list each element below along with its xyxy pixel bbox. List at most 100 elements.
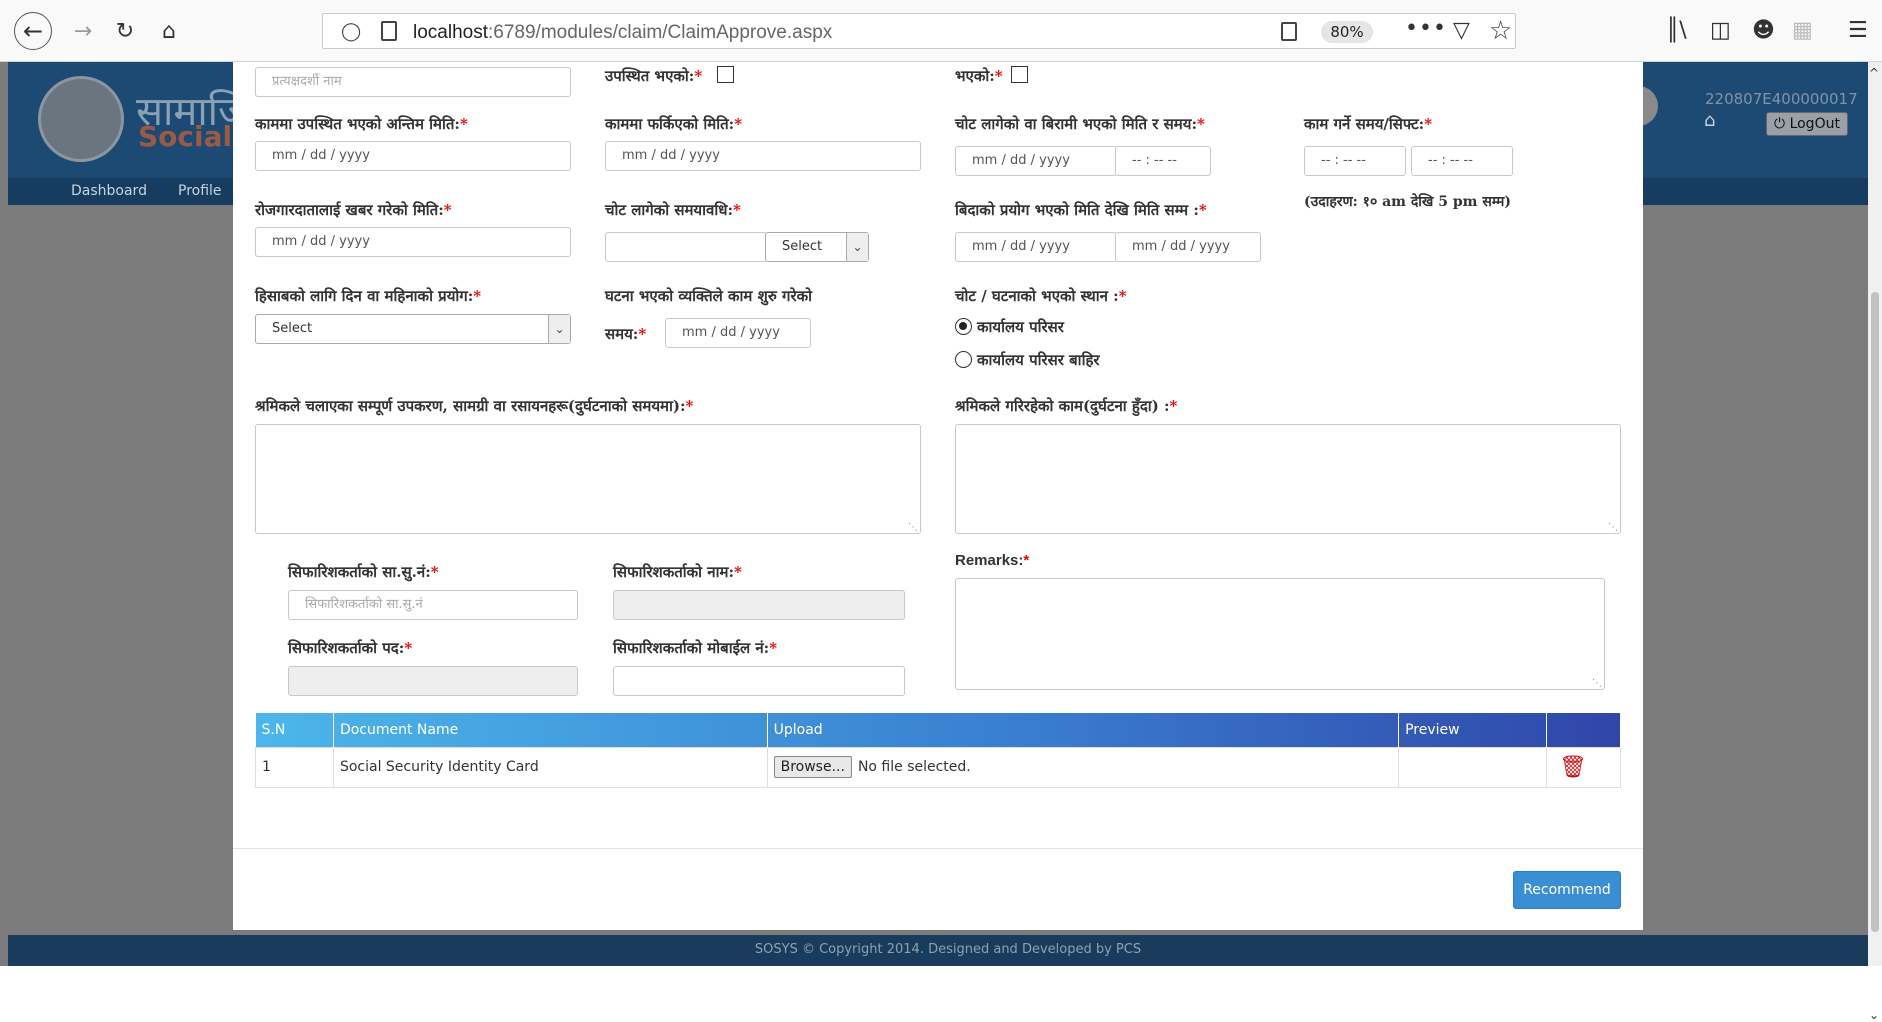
recommend-button[interactable]: Recommend	[1513, 871, 1621, 909]
location-outside-label: कार्यालय परिसर बाहिर	[977, 351, 1100, 369]
calc-basis-select[interactable]: Select ⌄	[255, 314, 571, 344]
col-upload: Upload	[767, 713, 1400, 747]
resize-grip-icon[interactable]: ⋱	[1608, 522, 1618, 533]
site-footer: SOSYS © Copyright 2014. Designed and Dev…	[8, 935, 1868, 966]
recommender-ssn-label: सिफारिशकर्ताको सा.सु.नं:*	[288, 563, 439, 581]
employer-informed-label: रोजगारदातालाई खबर गरेको मिति:*	[255, 201, 452, 219]
injury-period-input[interactable]	[605, 232, 767, 262]
last-present-date-label: काममा उपस्थित भएको अन्तिम मिति:*	[255, 115, 468, 133]
scroll-up-icon[interactable]: ^	[1869, 66, 1879, 80]
modal-footer-divider	[233, 848, 1643, 849]
zoom-level[interactable]: 80%	[1321, 21, 1373, 43]
pocket-icon[interactable]: ▽	[1453, 18, 1470, 43]
brand-english: Social	[138, 120, 233, 153]
table-row: 1 Social Security Identity Card Browse..…	[255, 746, 1621, 788]
address-bar[interactable]: ◯ localhost:6789/modules/claim/ClaimAppr…	[322, 13, 1516, 49]
witness-name-input[interactable]: प्रत्यक्षदर्शी नाम	[255, 67, 571, 97]
recommender-mobile-input[interactable]	[613, 666, 905, 696]
calc-basis-label: हिसाबको लागि दिन वा महिनाको प्रयोग:*	[255, 287, 482, 305]
recommender-mobile-label: सिफारिशकर्ताको मोबाईल नं:*	[613, 639, 778, 657]
col-sn: S.N	[255, 713, 334, 747]
claim-approve-modal: प्रत्यक्षदर्शी नाम उपस्थित भएको:* भएको:*…	[233, 62, 1643, 930]
shift-example-note: (उदाहरण: १० am देखि 5 pm सम्म)	[1304, 194, 1511, 210]
trash-icon[interactable]: 🗑	[1553, 755, 1587, 780]
happened-label: भएको:*	[955, 67, 1003, 85]
recommender-ssn-input[interactable]: सिफारिशकर्ताको सा.सु.नं	[288, 590, 578, 620]
work-start-time-label: समय:*	[605, 325, 647, 343]
employer-informed-date-input[interactable]: mm / dd / yyyy	[255, 227, 571, 257]
account-icon[interactable]: ☻	[1752, 18, 1775, 43]
recommender-name-label: सिफारिशकर्ताको नाम:*	[613, 563, 742, 581]
resize-grip-icon[interactable]: ⋱	[908, 522, 918, 533]
work-start-date-input[interactable]: mm / dd / yyyy	[665, 318, 811, 348]
home-icon[interactable]: ⌂	[154, 16, 184, 46]
injury-period-label: चोट लागेको समयावधि:*	[605, 201, 741, 219]
table-header-row: S.N Document Name Upload Preview	[255, 713, 1621, 747]
work-start-label: घटना भएको व्यक्तिले काम शुरु गरेको	[605, 287, 812, 305]
bookmark-star-icon[interactable]: ☆	[1489, 16, 1512, 46]
equipment-textarea[interactable]: ⋱	[255, 424, 921, 534]
row-preview	[1398, 746, 1547, 788]
page-info-icon[interactable]	[381, 21, 397, 41]
col-document-name: Document Name	[333, 713, 768, 747]
nav-profile[interactable]: Profile	[178, 183, 222, 199]
browse-button[interactable]: Browse...	[773, 756, 852, 778]
back-arrow-icon[interactable]: ←	[14, 12, 52, 50]
user-id: 220807E400000017	[1705, 90, 1858, 108]
leave-from-date-input[interactable]: mm / dd / yyyy	[955, 232, 1117, 262]
browser-toolbar: ← → ↻ ⌂ ◯ localhost:6789/modules/claim/C…	[0, 0, 1882, 62]
last-present-date-input[interactable]: mm / dd / yyyy	[255, 141, 571, 171]
recommender-name-input[interactable]	[613, 590, 905, 620]
reload-icon[interactable]: ↻	[110, 16, 140, 46]
shift-start-input[interactable]: -- : -- --	[1304, 146, 1406, 176]
worker-task-label: श्रमिकले गरिरहेको काम(दुर्घटना हुँदा) :*	[955, 397, 1178, 415]
happened-checkbox[interactable]	[1011, 66, 1028, 83]
nav-dashboard[interactable]: Dashboard	[71, 183, 147, 199]
page-scrollbar[interactable]: ^ ⌄	[1868, 62, 1882, 1022]
scrollbar-thumb[interactable]	[1871, 292, 1879, 932]
shift-end-input[interactable]: -- : -- --	[1411, 146, 1513, 176]
logout-button[interactable]: ⏻ LogOut	[1766, 112, 1848, 136]
worker-task-textarea[interactable]: ⋱	[955, 424, 1621, 534]
present-checkbox[interactable]	[717, 66, 734, 83]
nepal-emblem-logo	[38, 76, 124, 162]
work-shift-label: काम गर्ने समय/सिफ्ट:*	[1304, 115, 1433, 133]
return-date-input[interactable]: mm / dd / yyyy	[605, 141, 921, 171]
chevron-down-icon[interactable]: ⌄	[548, 315, 570, 343]
leave-to-date-input[interactable]: mm / dd / yyyy	[1115, 232, 1261, 262]
recommender-post-label: सिफारिशकर्ताको पद:*	[288, 639, 413, 657]
row-actions: 🗑	[1546, 746, 1621, 788]
recommender-post-input[interactable]	[288, 666, 578, 696]
chevron-down-icon[interactable]: ⌄	[846, 233, 868, 261]
remarks-label: Remarks:*	[955, 552, 1030, 569]
injury-date-input[interactable]: mm / dd / yyyy	[955, 146, 1117, 176]
col-actions	[1546, 713, 1621, 747]
url-text[interactable]: localhost:6789/modules/claim/ClaimApprov…	[413, 22, 832, 44]
library-icon[interactable]: ║\	[1666, 18, 1687, 43]
location-label: चोट / घटनाको भएको स्थान :*	[955, 287, 1127, 305]
return-date-label: काममा फर्किएको मिति:*	[605, 115, 743, 133]
remarks-textarea[interactable]: ⋱	[955, 578, 1605, 690]
col-preview: Preview	[1398, 713, 1547, 747]
row-sn: 1	[255, 746, 334, 788]
injury-period-unit-select[interactable]: Select ⌄	[765, 232, 869, 262]
menu-icon[interactable]: ☰	[1848, 18, 1868, 43]
resize-grip-icon[interactable]: ⋱	[1592, 678, 1602, 689]
file-status: No file selected.	[857, 759, 971, 775]
location-office-label: कार्यालय परिसर	[977, 318, 1064, 336]
location-office-radio[interactable]	[955, 318, 972, 335]
row-upload: Browse... No file selected.	[766, 746, 1400, 788]
forward-arrow-icon[interactable]: →	[68, 16, 98, 46]
documents-table: S.N Document Name Upload Preview 1 Socia…	[255, 713, 1621, 788]
extension-icon[interactable]: ▦	[1792, 18, 1813, 43]
present-label: उपस्थित भएको:*	[605, 67, 703, 85]
injury-time-input[interactable]: -- : -- --	[1115, 146, 1211, 176]
sidebar-icon[interactable]: ◫	[1710, 18, 1731, 43]
reader-view-icon[interactable]	[1281, 22, 1297, 41]
home-icon[interactable]: ⌂	[1704, 110, 1715, 131]
location-outside-radio[interactable]	[955, 351, 972, 368]
page-actions-icon[interactable]: •••	[1405, 16, 1447, 41]
injury-date-time-label: चोट लागेको वा बिरामी भएको मिति र समय:*	[955, 115, 1205, 133]
shield-icon[interactable]: ◯	[341, 21, 361, 42]
scroll-down-icon[interactable]: ⌄	[1869, 1008, 1879, 1022]
